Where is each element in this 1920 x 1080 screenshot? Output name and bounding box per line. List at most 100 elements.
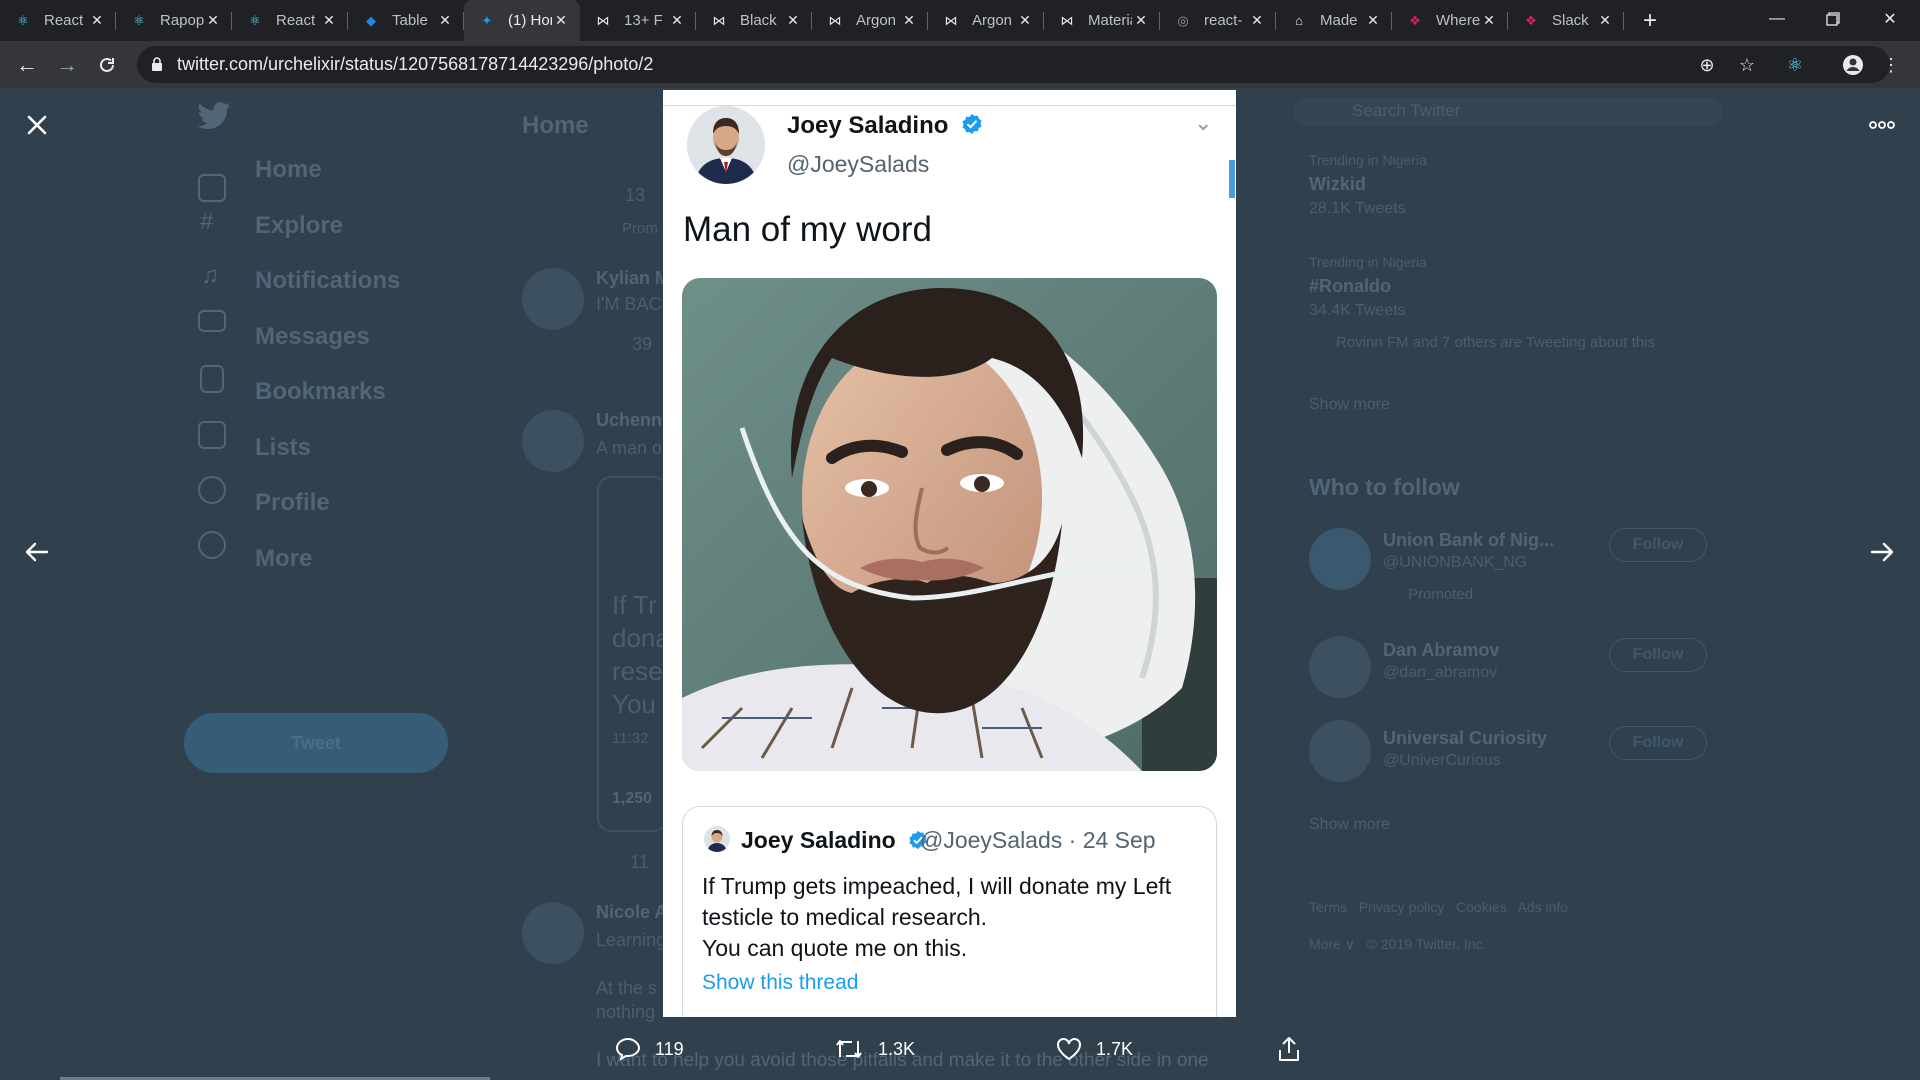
author-name-text: Joey Saladino [787, 112, 949, 139]
browser-tab[interactable]: ❖ Slack ✕ [1508, 0, 1624, 41]
lock-icon [152, 57, 162, 71]
author-name: Joey Saladino [787, 112, 983, 140]
quoted-meta: @JoeySalads · 24 Sep [920, 827, 1156, 853]
tweet-text: Man of my word [683, 210, 932, 249]
tab-title: (1) Home [508, 12, 552, 29]
url-text: twitter.com/urchelixir/status/1207568178… [177, 54, 654, 74]
chevron-down-icon: ⌄ [1194, 110, 1213, 135]
browser-tab[interactable]: ⌂ Made ✕ [1276, 0, 1392, 41]
browser-tab[interactable]: ⋈ Black ✕ [696, 0, 812, 41]
back-button[interactable]: ← [11, 49, 43, 81]
browser-tab[interactable]: ✦ (1) Home✕ [464, 0, 580, 41]
tab-title: Material [1088, 12, 1132, 29]
show-thread-link: Show this thread [702, 971, 859, 994]
tab-close-icon[interactable]: ✕ [1016, 12, 1034, 30]
address-bar[interactable]: twitter.com/urchelixir/status/1207568178… [137, 46, 1890, 83]
tweet-screenshot-image[interactable]: Joey Saladino @JoeySalads ⌄ Man of my wo… [663, 90, 1236, 1017]
quoted-author-avatar [704, 826, 730, 852]
browser-tab[interactable]: ⚛ Rapoport✕ [116, 0, 232, 41]
tab-title: 13+ F [624, 12, 663, 29]
tab-title: Table [392, 12, 428, 29]
install-app-icon[interactable]: ⊕ [1692, 50, 1722, 80]
window-close-button[interactable]: ✕ [1862, 0, 1918, 38]
browser-tab[interactable]: ⋈ Argon ✕ [812, 0, 928, 41]
close-viewer-button[interactable] [15, 103, 59, 147]
tab-close-icon[interactable]: ✕ [1364, 12, 1382, 30]
tab-close-icon[interactable]: ✕ [668, 12, 686, 30]
quoted-author-name-text: Joey Saladino [741, 827, 896, 853]
slack-icon: ❖ [1525, 12, 1537, 28]
tab-close-icon[interactable]: ✕ [1248, 12, 1266, 30]
tab-title: react- [1204, 12, 1243, 29]
tab-close-icon[interactable]: ✕ [900, 12, 918, 30]
tab-title: Slack [1552, 12, 1589, 29]
restore-icon [1826, 12, 1840, 26]
tab-close-icon[interactable]: ✕ [320, 12, 338, 30]
github-icon: ◎ [1177, 12, 1189, 28]
browser-tab[interactable]: ⋈ 13+ F ✕ [580, 0, 696, 41]
browser-tab[interactable]: ◎ react- ✕ [1160, 0, 1276, 41]
quoted-author-name: Joey Saladino [741, 827, 928, 854]
tab-title: Where [1436, 12, 1480, 29]
restore-button[interactable] [1805, 0, 1861, 38]
tab-title: Black [740, 12, 777, 29]
mui-icon: ◆ [366, 12, 376, 28]
previous-photo-button[interactable] [15, 530, 59, 574]
browser-tab[interactable]: ⚛ React ✕ [232, 0, 348, 41]
forward-button[interactable]: → [51, 49, 83, 81]
tab-close-icon[interactable]: ✕ [1132, 12, 1150, 30]
profile-icon[interactable] [1838, 50, 1868, 80]
reply-count: 119 [655, 1038, 684, 1059]
quoted-tweet: Joey Saladino @JoeySalads · 24 Sep If Tr… [682, 806, 1217, 1017]
more-options-button[interactable] [1860, 103, 1904, 147]
retweet-icon [836, 1040, 862, 1058]
react-devtools-icon[interactable]: ⚛ [1780, 50, 1810, 80]
retweet-button[interactable]: 1.3K [834, 1034, 915, 1064]
tab-title: React [44, 12, 84, 29]
tab-close-icon[interactable]: ✕ [1480, 12, 1498, 30]
next-photo-button[interactable] [1860, 530, 1904, 574]
tab-title: Rapoport [160, 12, 204, 29]
twitter-photo-viewer: Home Home # Explore ♫ Notifications Mess… [0, 88, 1920, 1080]
tab-title: Argon [972, 12, 1013, 29]
bookmark-star-icon[interactable]: ☆ [1732, 50, 1762, 80]
tab-close-icon[interactable]: ✕ [204, 12, 222, 30]
creative-tim-icon: ⋈ [596, 12, 610, 28]
browser-tab[interactable]: ◆ Table ✕ [348, 0, 464, 41]
react-icon: ⚛ [17, 12, 29, 28]
more-dots-icon [1869, 121, 1895, 129]
tab-list: ⚛React✕⚛Rapoport✕⚛React✕◆Table✕✦(1) Home… [0, 0, 1624, 41]
tab-close-icon[interactable]: ✕ [552, 12, 570, 30]
author-avatar [687, 106, 765, 184]
tab-close-icon[interactable]: ✕ [436, 12, 454, 30]
creative-tim-icon: ⋈ [828, 12, 842, 28]
tab-title: React [276, 12, 316, 29]
react-icon: ⚛ [133, 12, 145, 28]
heart-icon [1057, 1038, 1081, 1061]
twitter-icon: ✦ [481, 12, 493, 28]
reply-button[interactable]: 119 [615, 1034, 684, 1064]
like-count: 1.7K [1096, 1038, 1134, 1059]
tab-close-icon[interactable]: ✕ [1596, 12, 1614, 30]
creative-tim-icon: ⋈ [944, 12, 958, 28]
browser-tab[interactable]: ⋈ Material✕ [1044, 0, 1160, 41]
retweet-count: 1.3K [878, 1038, 916, 1059]
browser-tab[interactable]: ⚛ React ✕ [0, 0, 116, 41]
browser-tab[interactable]: ❖ Where ✕ [1392, 0, 1508, 41]
share-button[interactable] [1277, 1034, 1315, 1064]
arrow-left-icon [25, 542, 49, 562]
new-tab-button[interactable]: + [1630, 0, 1670, 41]
browser-tab[interactable]: ⋈ Argon ✕ [928, 0, 1044, 41]
chrome-menu-icon[interactable]: ⋮ [1876, 50, 1906, 80]
tab-close-icon[interactable]: ✕ [784, 12, 802, 30]
quoted-text-line: testicle to medical research. [702, 904, 988, 930]
tab-title: Argon [856, 12, 897, 29]
minimize-button[interactable]: — [1749, 0, 1805, 38]
author-handle: @JoeySalads [787, 151, 930, 177]
reply-icon [615, 1037, 641, 1061]
reload-button[interactable] [91, 49, 123, 81]
tab-close-icon[interactable]: ✕ [88, 12, 106, 30]
tweet-photo [682, 278, 1217, 771]
like-button[interactable]: 1.7K [1056, 1034, 1133, 1064]
creative-tim-icon: ⋈ [1060, 12, 1074, 28]
